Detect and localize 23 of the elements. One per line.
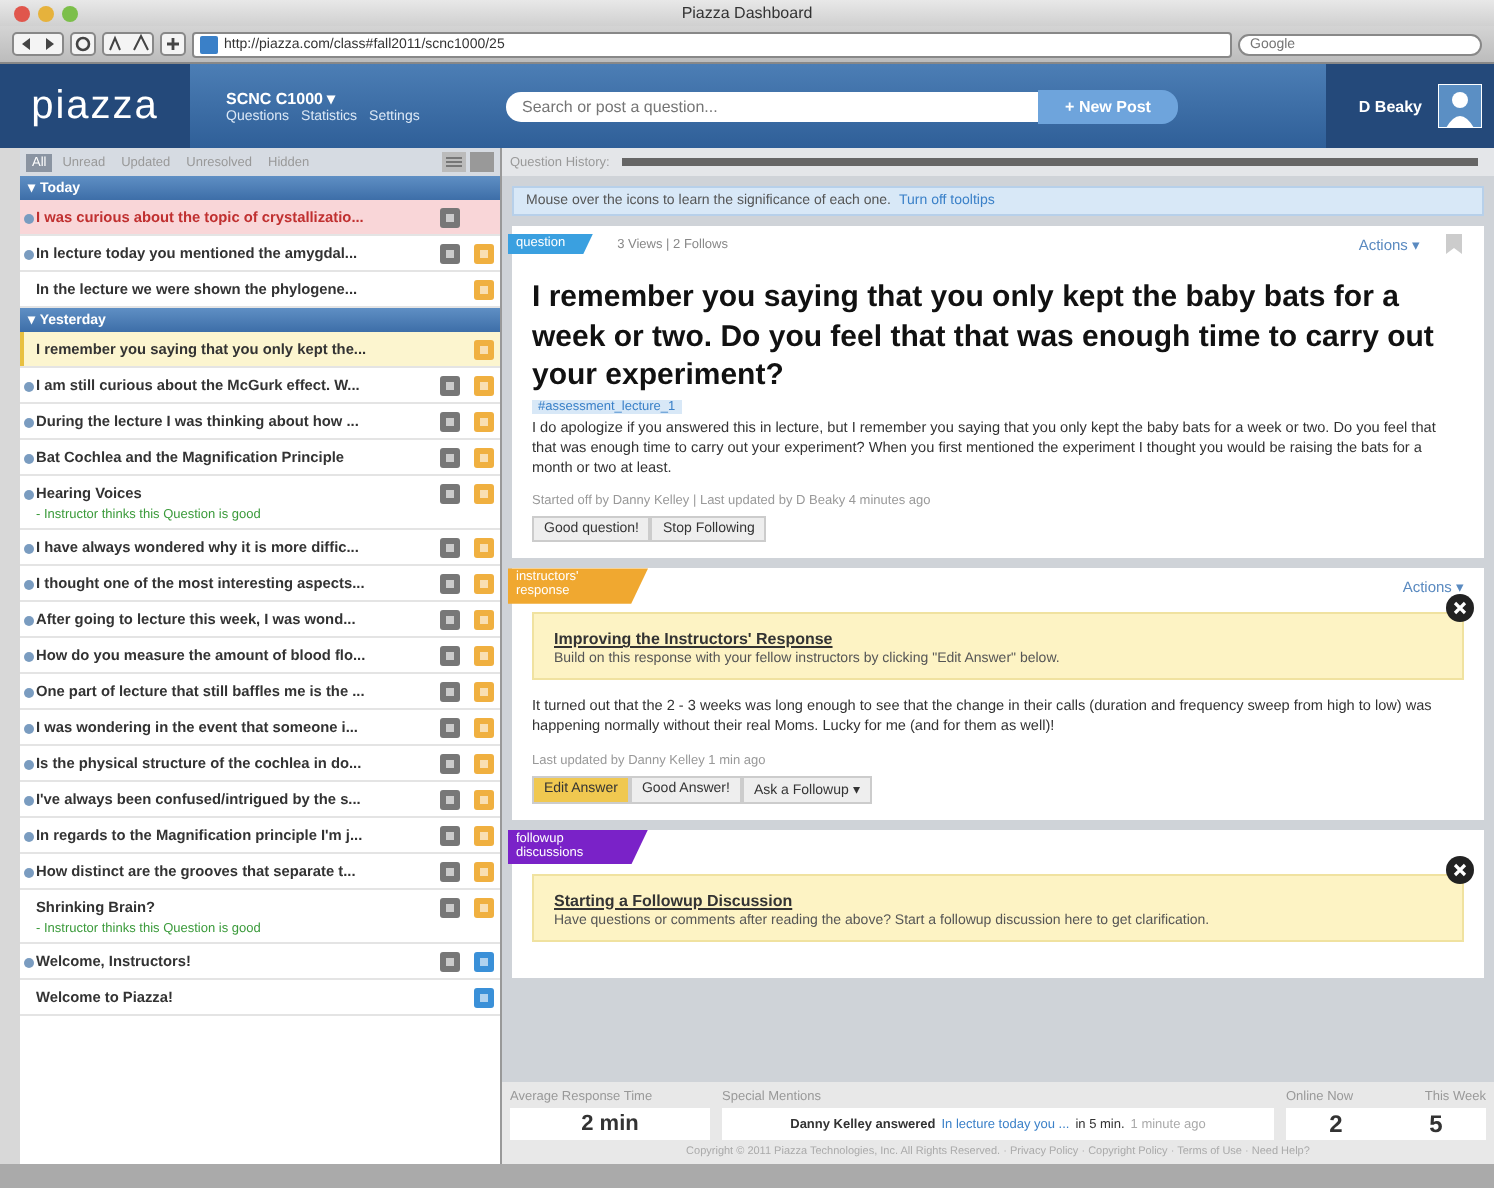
close-icon[interactable] bbox=[1446, 594, 1474, 623]
add-bookmark-icon[interactable] bbox=[160, 32, 186, 56]
logo[interactable]: piazza bbox=[0, 64, 190, 148]
list-view-icon[interactable] bbox=[442, 152, 466, 172]
week-count: 5 bbox=[1429, 1110, 1443, 1138]
window-title: Piazza Dashboard bbox=[679, 4, 815, 22]
zoom-window-icon[interactable] bbox=[62, 5, 78, 21]
course-menu[interactable]: SCNC C1000 ▾ bbox=[226, 89, 486, 107]
history-slider[interactable] bbox=[621, 158, 1478, 166]
text-size-icon[interactable] bbox=[102, 32, 154, 56]
close-icon[interactable] bbox=[1446, 855, 1474, 884]
reload-icon[interactable] bbox=[70, 32, 96, 56]
notice-title[interactable]: Improving the Instructors' Response bbox=[554, 630, 1422, 649]
response-time: 2 min bbox=[510, 1108, 710, 1140]
close-window-icon[interactable] bbox=[14, 5, 30, 21]
user-name[interactable]: D Beaky bbox=[1358, 97, 1422, 115]
back-forward-icon[interactable] bbox=[12, 32, 64, 56]
notice-title[interactable]: Starting a Followup Discussion bbox=[554, 891, 1422, 910]
avatar-icon[interactable] bbox=[1438, 84, 1482, 128]
online-count: 2 bbox=[1329, 1110, 1343, 1138]
question-title: I remember you saying that you only kept the baby bats for a week or two. Do you feel that that was enough time to carry out your experiment? bbox=[532, 278, 1436, 395]
search-field[interactable]: Search or post a question... bbox=[506, 91, 1038, 121]
site-icon bbox=[200, 35, 218, 53]
